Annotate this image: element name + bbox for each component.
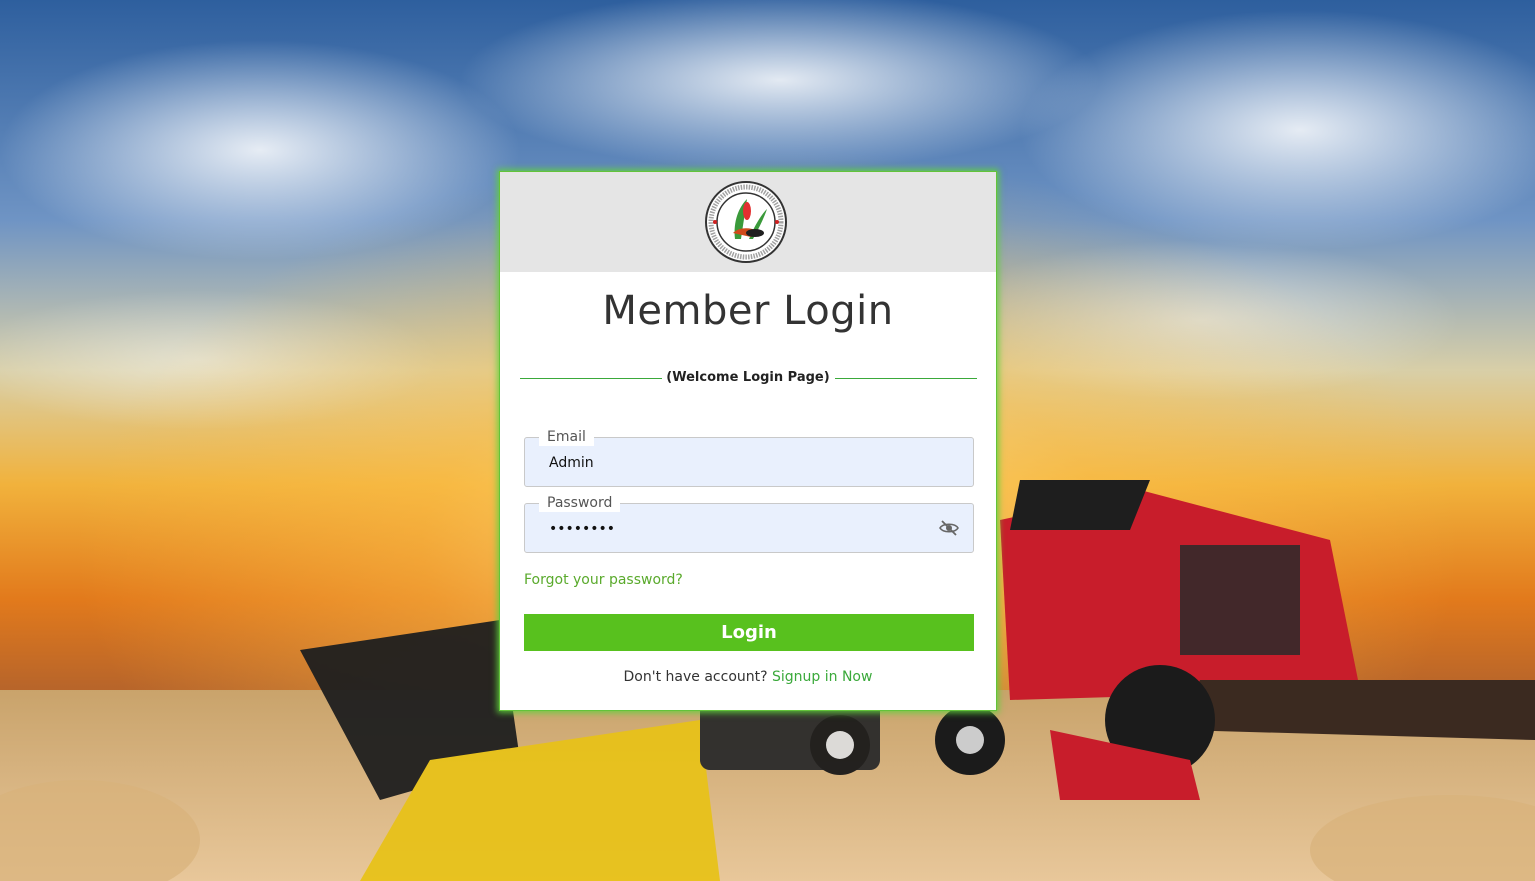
forgot-password-link[interactable]: Forgot your password? xyxy=(524,572,683,588)
eye-slash-icon[interactable] xyxy=(939,519,959,537)
password-field[interactable]: Password •••••••• xyxy=(524,494,974,553)
card-header xyxy=(500,172,996,272)
login-card: Member Login (Welcome Login Page) Email … xyxy=(499,171,997,711)
divider-right xyxy=(835,378,977,379)
email-label: Email xyxy=(539,428,594,446)
login-button[interactable]: Login xyxy=(524,614,974,651)
email-value[interactable]: Admin xyxy=(549,454,594,472)
password-label: Password xyxy=(539,494,621,512)
signup-link[interactable]: Signup in Now xyxy=(772,669,872,685)
password-value[interactable]: •••••••• xyxy=(549,520,615,538)
page-title: Member Login xyxy=(602,288,894,334)
email-field[interactable]: Email Admin xyxy=(524,428,974,487)
signup-prompt: Don't have account? xyxy=(623,669,768,685)
signup-row: Don't have account? Signup in Now xyxy=(500,669,996,685)
association-seal-logo xyxy=(705,181,787,263)
